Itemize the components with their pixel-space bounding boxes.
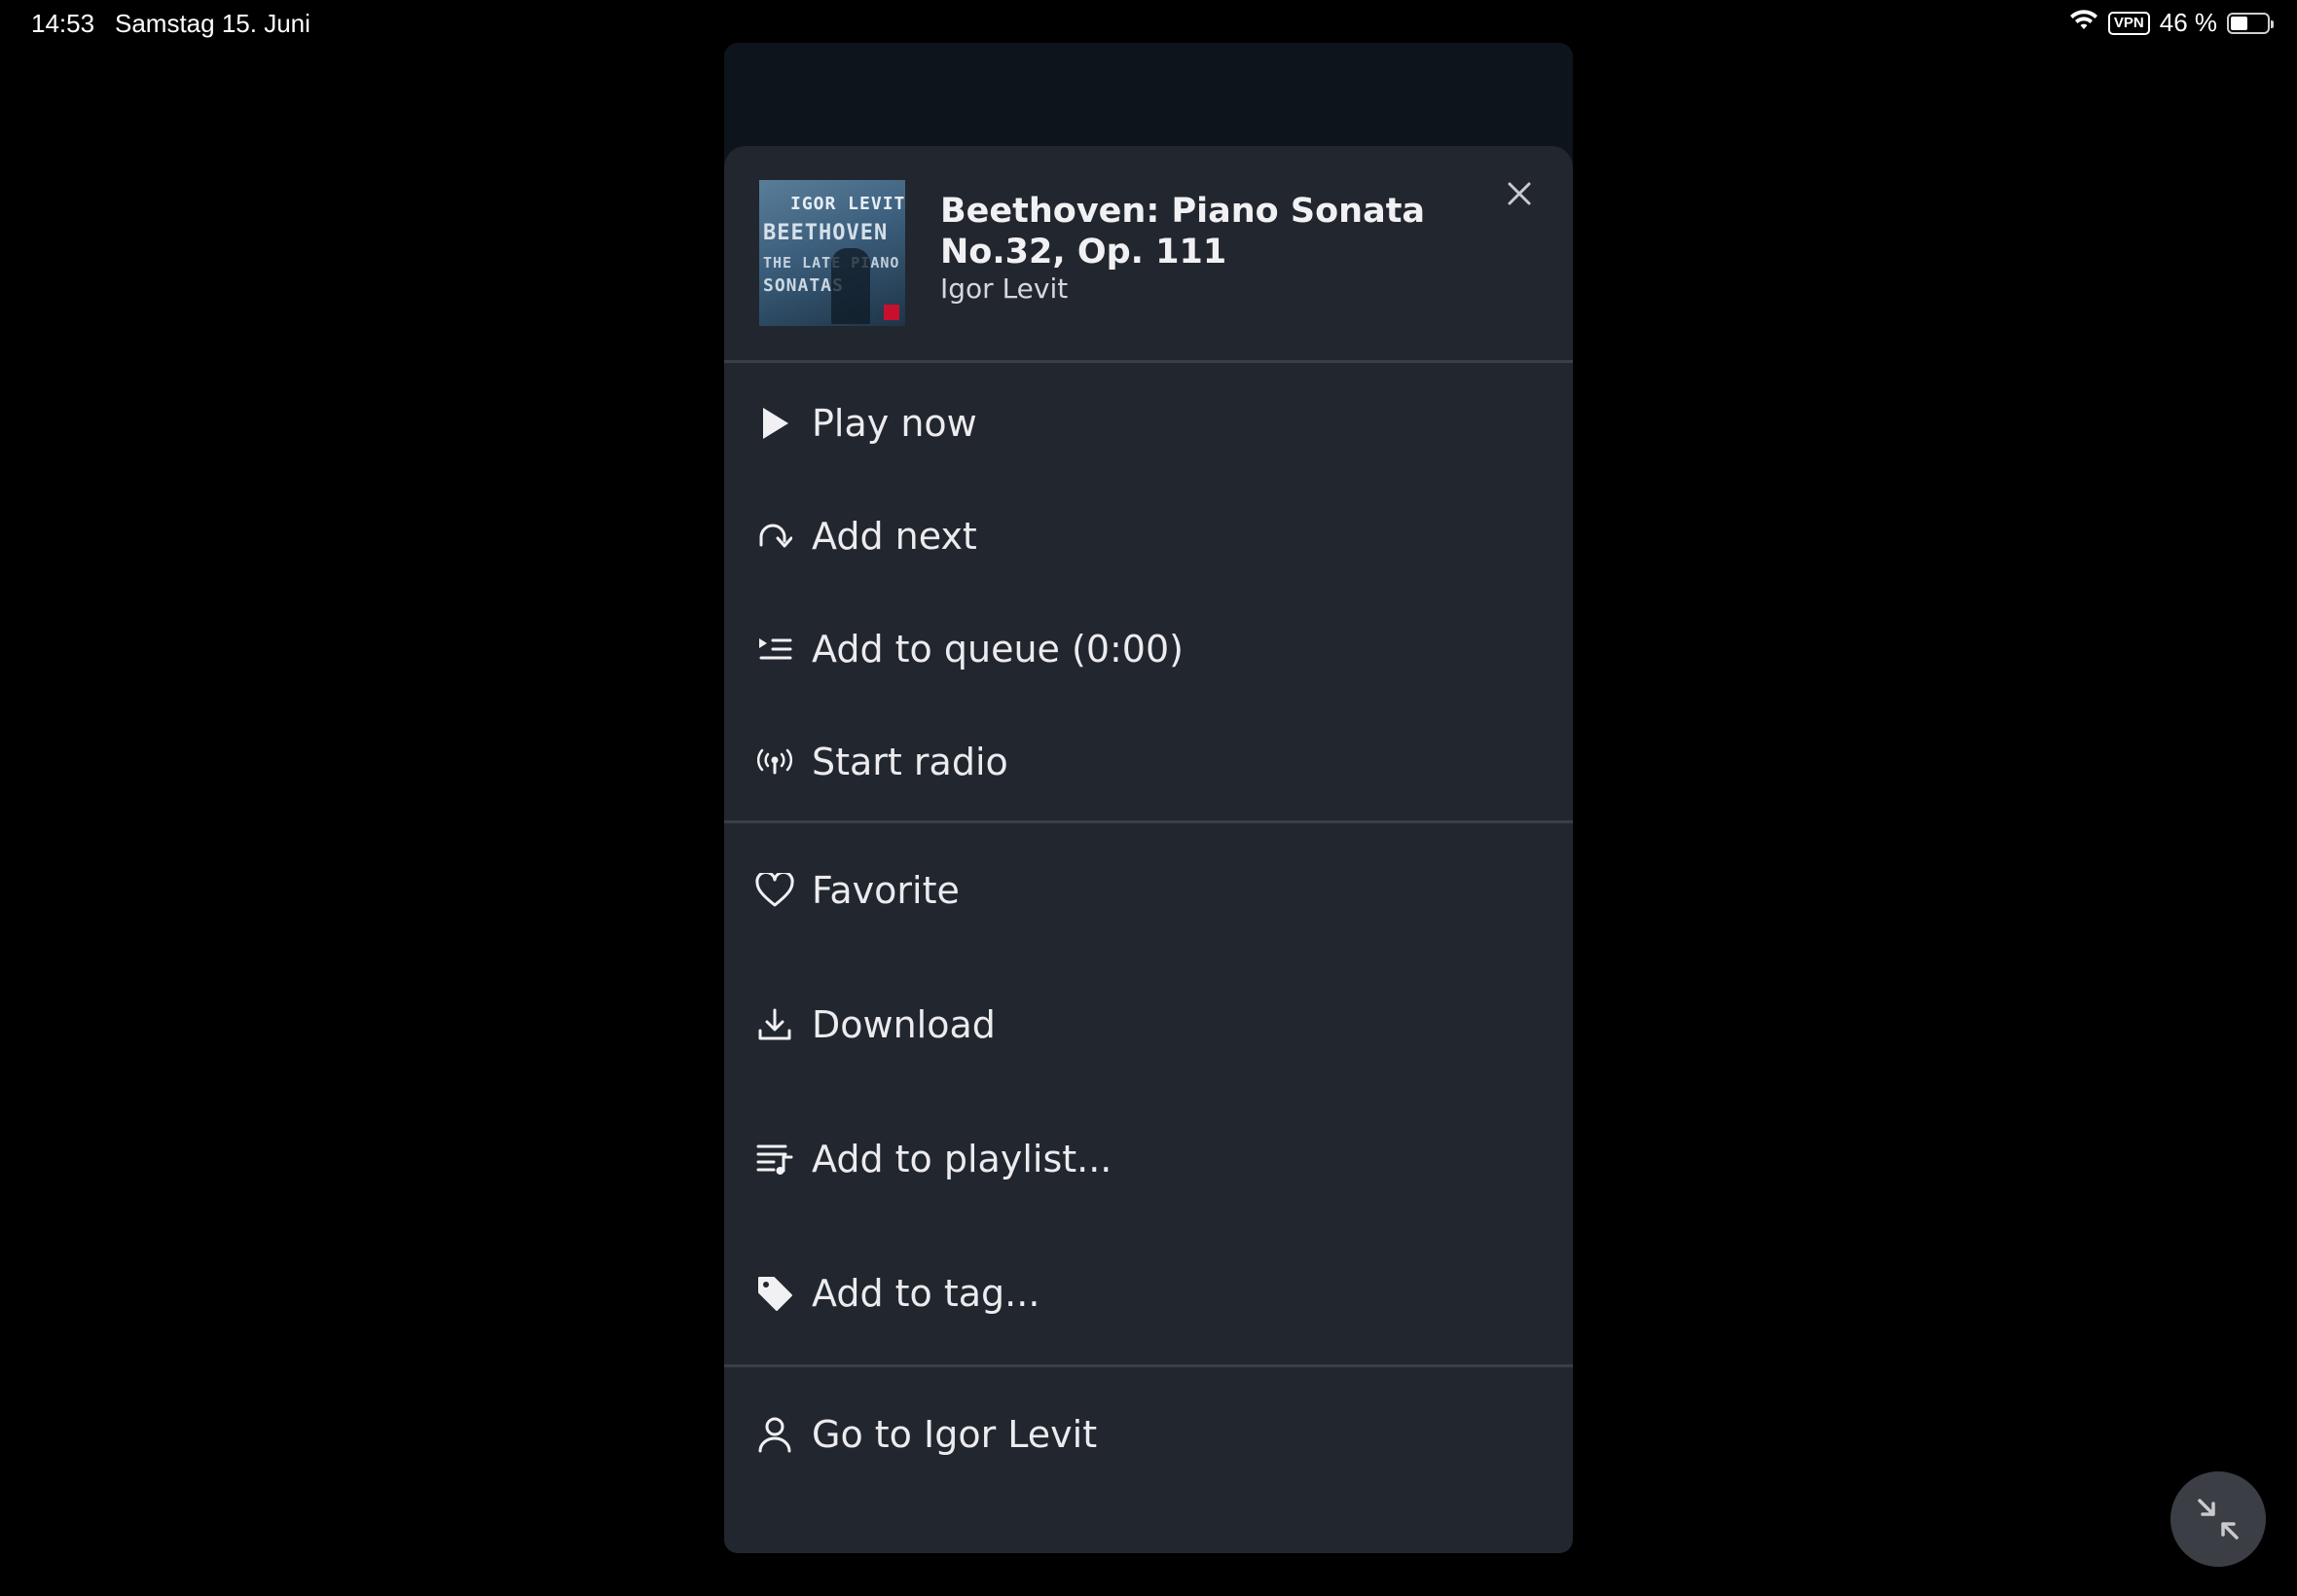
menu-item-play-now[interactable]: Play now <box>724 367 1573 480</box>
menu-item-label: Download <box>812 1003 996 1046</box>
menu-group-library: Favorite Download Add to playlist... Add… <box>724 823 1573 1360</box>
menu-item-label: Add to queue (0:00) <box>812 628 1184 671</box>
track-header: IGOR LEVIT BEETHOVEN THE LATE PIANO SONA… <box>724 146 1573 360</box>
circle-icon <box>755 1549 794 1553</box>
status-time: 14:53 <box>31 9 95 38</box>
track-artist: Igor Levit <box>940 272 1069 305</box>
menu-item-label: Favorite <box>812 869 960 912</box>
menu-item-add-next[interactable]: Add next <box>724 480 1573 593</box>
status-indicators: VPN 46 % <box>2069 8 2274 38</box>
playlist-icon <box>755 1140 794 1179</box>
close-icon <box>1508 182 1531 205</box>
album-art-figure <box>831 248 870 324</box>
album-art-text: IGOR LEVIT <box>790 194 905 214</box>
person-icon <box>755 1415 794 1454</box>
menu-group-navigation: Go to Igor Levit <box>724 1367 1573 1553</box>
minimize-button[interactable] <box>2170 1471 2266 1567</box>
menu-item-add-to-playlist[interactable]: Add to playlist... <box>724 1092 1573 1226</box>
menu-item-start-radio[interactable]: Start radio <box>724 706 1573 818</box>
add-next-icon <box>755 517 794 556</box>
battery-icon <box>2227 12 2274 34</box>
status-bar: 14:53 Samstag 15. Juni VPN 46 % <box>0 0 2297 47</box>
album-art: IGOR LEVIT BEETHOVEN THE LATE PIANO SONA… <box>759 180 905 326</box>
minimize-arrows-icon <box>2198 1499 2239 1540</box>
label-logo <box>884 305 899 320</box>
track-context-menu: IGOR LEVIT BEETHOVEN THE LATE PIANO SONA… <box>724 146 1573 1553</box>
album-art-text: BEETHOVEN <box>763 221 889 245</box>
menu-item-favorite[interactable]: Favorite <box>724 823 1573 958</box>
battery-percent: 46 % <box>2159 8 2217 37</box>
menu-item-add-to-tag[interactable]: Add to tag... <box>724 1226 1573 1360</box>
menu-item-label: Play now <box>812 402 977 445</box>
play-icon <box>755 404 794 443</box>
battery-level <box>2231 16 2247 30</box>
menu-item-label: Go to Igor Levit <box>812 1413 1098 1456</box>
close-button[interactable] <box>1501 175 1538 212</box>
menu-item-label: Start radio <box>812 741 1008 783</box>
queue-icon <box>755 630 794 669</box>
download-icon <box>755 1005 794 1044</box>
radio-icon <box>755 743 794 781</box>
track-title: Beethoven: Piano Sonata No.32, Op. 111 <box>940 192 1426 272</box>
vpn-badge: VPN <box>2107 11 2150 35</box>
menu-group-playback: Play now Add next Add to queue (0:00) St… <box>724 363 1573 818</box>
menu-item-go-to-artist[interactable]: Go to Igor Levit <box>724 1367 1573 1502</box>
wifi-icon <box>2069 8 2098 38</box>
status-date: Samstag 15. Juni <box>115 9 310 38</box>
menu-item-add-to-queue[interactable]: Add to queue (0:00) <box>724 593 1573 706</box>
menu-item-label: Add to playlist... <box>812 1138 1112 1180</box>
menu-item-partially-hidden <box>724 1502 1573 1553</box>
menu-item-label: Add to tag... <box>812 1272 1040 1315</box>
tag-icon <box>755 1274 794 1313</box>
menu-item-label: Add next <box>812 515 977 558</box>
menu-item-download[interactable]: Download <box>724 958 1573 1092</box>
heart-icon <box>755 871 794 910</box>
